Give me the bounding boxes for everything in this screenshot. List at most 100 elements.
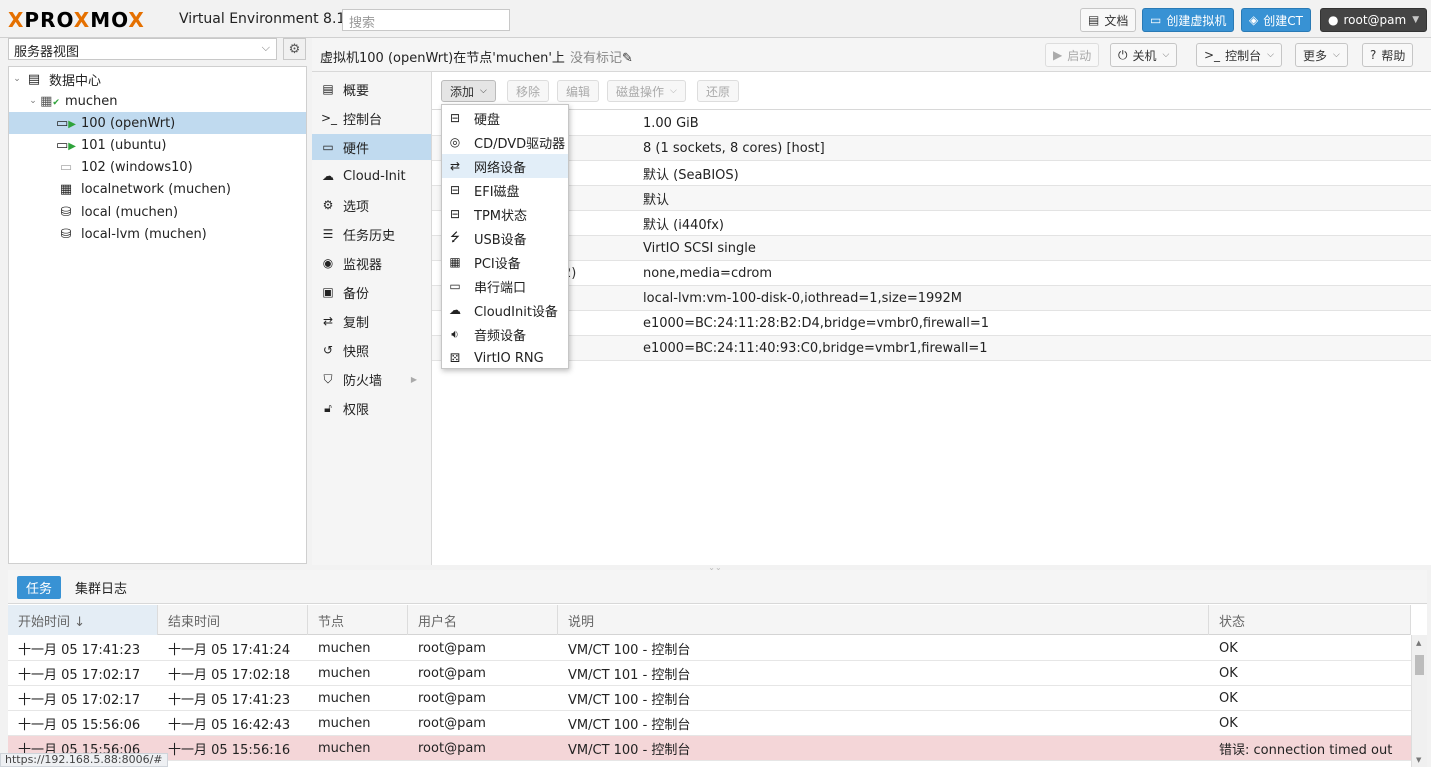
tree-item-vm-101[interactable]: ▭▶ 101 (ubuntu): [9, 134, 306, 156]
nav-cloud-init[interactable]: ☁ Cloud-Init: [312, 163, 431, 189]
view-selector[interactable]: 服务器视图 ⌵: [8, 38, 277, 60]
task-row[interactable]: 十一月 05 17:02:17 十一月 05 17:41:23 muchen r…: [8, 686, 1411, 711]
pencil-icon[interactable]: ✎: [622, 51, 633, 66]
chevron-down-icon[interactable]: ⌵: [1163, 50, 1170, 60]
col-user[interactable]: 用户名: [408, 605, 558, 635]
task-row[interactable]: 十一月 05 15:56:06 十一月 05 16:42:43 muchen r…: [8, 711, 1411, 736]
nav-options[interactable]: ⚙ 选项: [312, 192, 431, 218]
nav-snapshots[interactable]: ↺ 快照: [312, 337, 431, 363]
menu-item-usb-device[interactable]: ⭍ USB设备: [442, 226, 568, 250]
proxmox-logo[interactable]: XPROXMOX: [8, 8, 145, 32]
nav-console[interactable]: >_ 控制台: [312, 105, 431, 131]
menu-item-efi-disk[interactable]: ⊟ EFI磁盘: [442, 178, 568, 202]
chevron-down-icon: ▼: [1412, 15, 1420, 25]
menu-item-hard-disk[interactable]: ⊟ 硬盘: [442, 106, 568, 130]
tab-cluster-log[interactable]: 集群日志: [66, 576, 136, 599]
tree-item-localnetwork[interactable]: ▦ localnetwork (muchen): [9, 178, 306, 200]
nav-hardware[interactable]: ▭ 硬件: [312, 134, 431, 160]
hardware-row[interactable]: 8 (1 sockets, 8 cores) [host]: [432, 136, 1431, 161]
tree-item-vm-100[interactable]: ▭▶ 100 (openWrt): [9, 112, 306, 134]
menu-item-virtio-rng[interactable]: ⚄ VirtIO RNG: [442, 346, 568, 370]
help-button[interactable]: ? 帮助: [1362, 43, 1414, 67]
menu-item-cloudinit-drive[interactable]: ☁ CloudInit设备: [442, 298, 568, 322]
collapse-icon[interactable]: ⌄: [11, 74, 23, 84]
menu-item-tpm-state[interactable]: ⊟ TPM状态: [442, 202, 568, 226]
view-settings-button[interactable]: ⚙: [283, 38, 306, 60]
hardware-row[interactable]: 默认: [432, 186, 1431, 211]
col-start-time[interactable]: 开始时间 ↓: [8, 605, 158, 635]
col-end-time[interactable]: 结束时间: [158, 605, 308, 635]
remove-button[interactable]: 移除: [507, 80, 550, 102]
disk-action-button[interactable]: 磁盘操作 ⌵: [607, 80, 686, 102]
page-title: 虚拟机100 (openWrt)在节点'muchen'上: [320, 51, 565, 66]
more-button[interactable]: 更多 ⌵: [1295, 43, 1348, 67]
task-row[interactable]: 十一月 05 17:02:17 十一月 05 17:02:18 muchen r…: [8, 661, 1411, 686]
nav-backup[interactable]: ▣ 备份: [312, 279, 431, 305]
chevron-down-icon[interactable]: ⌵: [1267, 50, 1274, 60]
hardware-row[interactable]: e1000=BC:24:11:40:93:C0,bridge=vmbr1,fir…: [432, 336, 1431, 361]
vm-stopped-icon: ▭: [59, 159, 73, 175]
nav-task-history[interactable]: ☰ 任务历史: [312, 221, 431, 247]
hardware-row[interactable]: e1000=BC:24:11:28:B2:D4,bridge=vmbr0,fir…: [432, 311, 1431, 336]
col-description[interactable]: 说明: [558, 605, 1209, 635]
task-table-header: 开始时间 ↓ 结束时间 节点 用户名 说明 状态: [8, 605, 1411, 635]
scroll-up-icon[interactable]: ▲: [1416, 639, 1421, 647]
task-scrollbar[interactable]: ▲ ▼: [1411, 635, 1427, 767]
revert-button[interactable]: 还原: [697, 80, 740, 102]
menu-item-audio-device[interactable]: 🔉︎ 音频设备: [442, 322, 568, 346]
tree-item-vm-102[interactable]: ▭ 102 (windows10): [9, 156, 306, 178]
nav-monitor[interactable]: ◉ 监视器: [312, 250, 431, 276]
nav-replication[interactable]: ⇄ 复制: [312, 308, 431, 334]
tag-edit[interactable]: 没有标记✎: [570, 47, 633, 66]
hdd-icon: ⊟: [449, 111, 461, 125]
start-button[interactable]: ▶ 启动: [1045, 43, 1100, 67]
tree-item-local-lvm[interactable]: ⛁ local-lvm (muchen): [9, 223, 306, 245]
hardware-row[interactable]: 默认 (SeaBIOS): [432, 161, 1431, 186]
hardware-row[interactable]: e2)none,media=cdrom: [432, 261, 1431, 286]
hardware-row[interactable]: 1.00 GiB: [432, 111, 1431, 136]
chevron-right-icon: ▶: [410, 374, 417, 384]
hdd-icon: ⊟: [449, 183, 461, 197]
search-input[interactable]: 搜索: [342, 9, 510, 31]
col-status[interactable]: 状态: [1209, 605, 1411, 635]
chevron-down-icon: ⌵: [261, 41, 270, 54]
sdn-grid-icon: ▦: [59, 181, 73, 197]
gear-icon: ⚙: [322, 198, 334, 212]
hardware-row[interactable]: local-lvm:vm-100-disk-0,iothread=1,size=…: [432, 286, 1431, 311]
hardware-row[interactable]: 默认 (i440fx): [432, 211, 1431, 236]
task-row[interactable]: 十一月 05 17:41:23 十一月 05 17:41:24 muchen r…: [8, 636, 1411, 661]
menu-item-network-device[interactable]: ⇄ 网络设备: [442, 154, 568, 178]
gear-icon: ⚙: [288, 41, 301, 57]
tree-item-local[interactable]: ⛁ local (muchen): [9, 201, 306, 223]
tree-item-datacenter[interactable]: ⌄ ▤ 数据中心: [9, 68, 306, 90]
docs-button[interactable]: ▤ 文档: [1080, 8, 1137, 32]
tree-item-node[interactable]: ⌄ ▦✔ muchen: [9, 90, 306, 112]
cdrom-icon: ◎: [449, 135, 461, 149]
terminal-icon: >_: [321, 111, 338, 125]
shutdown-button[interactable]: ⏻ 关机 ⌵: [1110, 43, 1178, 67]
user-menu-button[interactable]: ● root@pam ▼: [1320, 8, 1428, 32]
tab-tasks[interactable]: 任务: [17, 576, 62, 599]
col-node[interactable]: 节点: [308, 605, 408, 635]
nav-permissions[interactable]: 🔓︎ 权限: [312, 395, 431, 421]
add-button[interactable]: 添加 ⌵: [441, 80, 496, 102]
task-row-error[interactable]: 十一月 05 15:56:06 十一月 05 15:56:16 muchen r…: [8, 736, 1411, 761]
collapse-icon[interactable]: ⌄: [27, 96, 39, 106]
create-vm-button[interactable]: ▭ 创建虚拟机: [1142, 8, 1235, 32]
shield-icon: ⛉: [323, 371, 333, 386]
nav-summary[interactable]: ▤ 概要: [312, 76, 431, 102]
hardware-row[interactable]: VirtIO SCSI single: [432, 236, 1431, 261]
create-ct-button[interactable]: ◈ 创建CT: [1241, 8, 1311, 32]
menu-item-pci-device[interactable]: ▦ PCI设备: [442, 250, 568, 274]
nav-firewall[interactable]: ⛉ 防火墙 ▶: [312, 366, 431, 392]
edit-button[interactable]: 编辑: [557, 80, 600, 102]
history-icon: ↺: [322, 343, 334, 357]
menu-item-cdrom[interactable]: ◎ CD/DVD驱动器: [442, 130, 568, 154]
task-log-panel: 任务 集群日志 开始时间 ↓ 结束时间 节点 用户名 说明 状态 十一月 05 …: [8, 570, 1427, 767]
hardware-toolbar: 添加 ⌵ 移除 编辑 磁盘操作 ⌵ 还原: [432, 72, 1431, 110]
scroll-thumb[interactable]: [1415, 655, 1424, 675]
console-button[interactable]: >_ 控制台 ⌵: [1196, 43, 1282, 67]
eye-icon: ◉: [322, 256, 334, 270]
menu-item-serial-port[interactable]: ▭ 串行端口: [442, 274, 568, 298]
scroll-down-icon[interactable]: ▼: [1416, 756, 1421, 764]
